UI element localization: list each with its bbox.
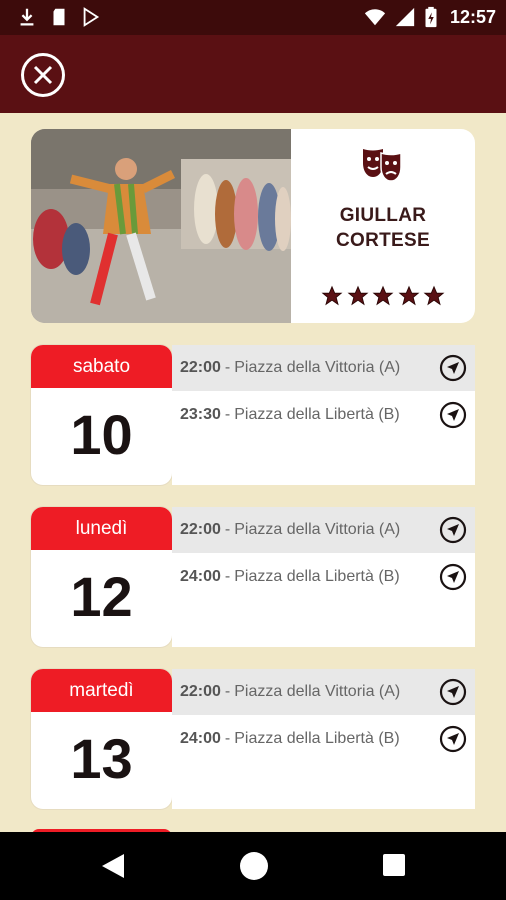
slot-time: 22:00 <box>180 521 221 538</box>
back-icon[interactable] <box>100 852 126 880</box>
slot-separator: - <box>224 683 231 700</box>
slot-place: Piazza della Libertà (B) <box>234 568 400 585</box>
slot-time: 22:00 <box>180 683 221 700</box>
slot-time: 24:00 <box>180 568 221 585</box>
status-bar: 12:57 <box>0 0 506 35</box>
play-store-icon <box>83 7 100 27</box>
show-slot[interactable]: 22:00 - Piazza della Vittoria (A) <box>172 507 475 553</box>
navigate-icon[interactable] <box>439 725 467 753</box>
day-card: sabato 10 22:00 - Piazza della Vittoria … <box>31 345 475 485</box>
close-icon <box>33 65 53 85</box>
weekday-label: lunedì <box>31 507 172 550</box>
download-icon <box>20 8 34 26</box>
performer-info: GIULLAR CORTESE <box>291 129 475 323</box>
recent-apps-icon[interactable] <box>383 854 405 876</box>
slot-place: Piazza della Vittoria (A) <box>234 359 401 376</box>
rating-stars <box>321 285 445 307</box>
star-icon <box>321 285 343 306</box>
weekday-label: martedì <box>31 669 172 712</box>
battery-charging-icon <box>425 6 437 28</box>
day-card: lunedì 12 22:00 - Piazza della Vittoria … <box>31 507 475 647</box>
theater-masks-icon <box>363 149 402 182</box>
calendar-date: sabato 10 <box>31 345 172 485</box>
calendar-date: lunedì 12 <box>31 507 172 647</box>
close-button[interactable] <box>21 53 65 97</box>
day-card: martedì 13 22:00 - Piazza della Vittoria… <box>31 669 475 809</box>
show-slot[interactable]: 23:30 - Piazza della Libertà (B) <box>172 392 475 438</box>
show-slot[interactable]: 24:00 - Piazza della Libertà (B) <box>172 554 475 600</box>
content-area: GIULLAR CORTESE sabato 10 22:00 - Piazza… <box>0 113 506 832</box>
performer-photo <box>31 129 291 323</box>
slot-place: Piazza della Vittoria (A) <box>234 683 401 700</box>
navigate-icon[interactable] <box>439 563 467 591</box>
slot-separator: - <box>224 568 231 585</box>
weekday-label: sabato <box>31 345 172 388</box>
slot-separator: - <box>224 406 231 423</box>
slot-place: Piazza della Libertà (B) <box>234 730 400 747</box>
day-number: 13 <box>70 727 133 790</box>
performer-name-line1: GIULLAR <box>339 205 427 226</box>
system-nav-bar <box>0 832 506 900</box>
status-time: 12:57 <box>449 7 496 27</box>
navigate-icon[interactable] <box>439 401 467 429</box>
slot-list: 22:00 - Piazza della Vittoria (A) 24:00 … <box>172 507 475 647</box>
navigate-icon[interactable] <box>439 678 467 706</box>
navigate-icon[interactable] <box>439 354 467 382</box>
show-slot[interactable]: 22:00 - Piazza della Vittoria (A) <box>172 345 475 391</box>
slot-time: 24:00 <box>180 730 221 747</box>
performer-card: GIULLAR CORTESE <box>31 129 475 323</box>
star-icon <box>423 285 445 306</box>
star-icon <box>398 285 419 306</box>
performer-name: GIULLAR CORTESE <box>301 203 465 253</box>
home-icon[interactable] <box>240 852 268 880</box>
slot-separator: - <box>224 730 231 747</box>
app-bar <box>0 35 506 113</box>
day-number: 12 <box>70 565 133 628</box>
wifi-icon <box>364 9 386 26</box>
day-number: 10 <box>70 403 133 466</box>
sd-card-icon <box>53 8 65 26</box>
slot-time: 23:30 <box>180 406 221 423</box>
slot-time: 22:00 <box>180 359 221 376</box>
slot-place: Piazza della Libertà (B) <box>234 406 400 423</box>
signal-icon <box>395 7 415 27</box>
show-slot[interactable]: 22:00 - Piazza della Vittoria (A) <box>172 669 475 715</box>
slot-separator: - <box>224 521 231 538</box>
performer-name-line2: CORTESE <box>336 230 430 251</box>
slot-list: 22:00 - Piazza della Vittoria (A) 23:30 … <box>172 345 475 485</box>
slot-list: 22:00 - Piazza della Vittoria (A) 24:00 … <box>172 669 475 809</box>
slot-place: Piazza della Vittoria (A) <box>234 521 401 538</box>
star-icon <box>347 285 368 306</box>
slot-separator: - <box>224 359 231 376</box>
star-icon <box>372 285 394 306</box>
navigate-icon[interactable] <box>439 516 467 544</box>
calendar-date: martedì 13 <box>31 669 172 809</box>
show-slot[interactable]: 24:00 - Piazza della Libertà (B) <box>172 716 475 762</box>
